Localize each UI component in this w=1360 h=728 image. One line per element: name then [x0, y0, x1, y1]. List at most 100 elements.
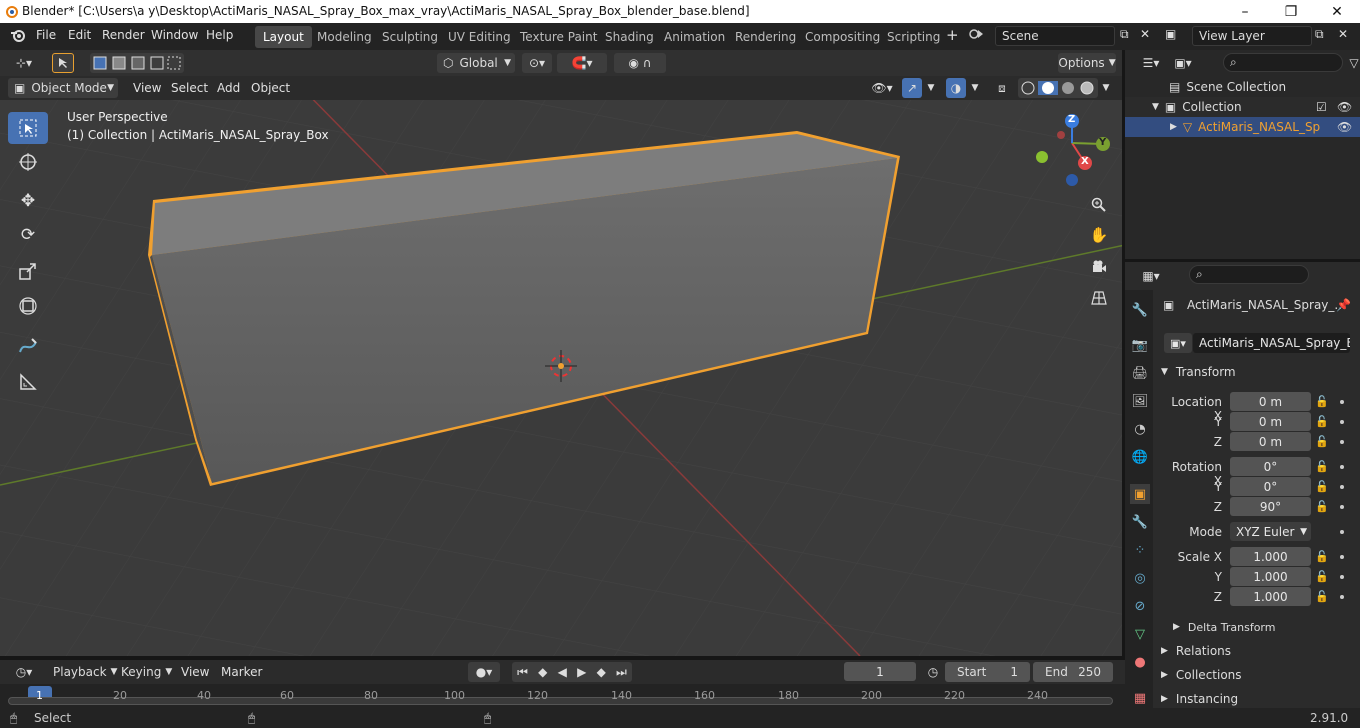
- lock-icon[interactable]: 🔓: [1315, 550, 1329, 563]
- filter-icon[interactable]: ▽: [1347, 53, 1360, 73]
- remove-scene-icon[interactable]: ✕: [1140, 27, 1150, 41]
- editor-type-icon[interactable]: ⊹▾: [8, 53, 40, 73]
- view-layer-tab-icon[interactable]: 🖼: [1130, 391, 1150, 411]
- add-workspace-icon[interactable]: +: [946, 26, 959, 44]
- material-tab-icon[interactable]: ●: [1130, 652, 1150, 672]
- pan-hand-icon[interactable]: ✋: [1086, 222, 1112, 248]
- lock-icon[interactable]: 🔓: [1315, 460, 1329, 473]
- gizmo-toggle-icon[interactable]: ↗: [902, 78, 922, 98]
- playback-controls[interactable]: ⏮ ◆ ◀ ▶ ◆ ⏭: [512, 662, 632, 682]
- viewport-menu-add[interactable]: Add: [217, 81, 240, 95]
- rotate-tool-icon[interactable]: ⟳: [8, 219, 48, 251]
- prev-keyframe-icon[interactable]: ◆: [538, 665, 547, 679]
- zoom-icon[interactable]: [1086, 192, 1112, 218]
- lock-icon[interactable]: 🔓: [1315, 480, 1329, 493]
- proportional-edit-icon[interactable]: ◉ ∩: [614, 53, 666, 73]
- cursor-tool-icon[interactable]: [8, 146, 48, 178]
- eye-icon[interactable]: 👁: [1337, 120, 1352, 134]
- camera-view-icon[interactable]: [1086, 254, 1112, 280]
- viewport-menu-view[interactable]: View: [133, 81, 161, 95]
- 3d-viewport[interactable]: [0, 76, 1125, 656]
- keyframe-dot-icon[interactable]: [1340, 530, 1344, 534]
- viewport-menu-select[interactable]: Select: [171, 81, 208, 95]
- play-icon[interactable]: ▶: [577, 665, 586, 679]
- relations-panel-header[interactable]: ▶ Relations: [1155, 640, 1355, 662]
- gizmo-y-label[interactable]: Y: [1099, 137, 1106, 148]
- annotate-tool-icon[interactable]: [8, 330, 48, 362]
- scale-tool-icon[interactable]: [8, 255, 48, 287]
- measure-tool-icon[interactable]: [8, 366, 48, 398]
- next-keyframe-icon[interactable]: ◆: [597, 665, 606, 679]
- lock-icon[interactable]: 🔓: [1315, 435, 1329, 448]
- tab-layout[interactable]: Layout: [255, 26, 312, 48]
- outliner-search-input[interactable]: ⌕: [1223, 53, 1343, 72]
- tool-tab-icon[interactable]: 🔧: [1130, 300, 1150, 320]
- lock-icon[interactable]: 🔓: [1315, 415, 1329, 428]
- overlays-toggle-icon[interactable]: ◑: [946, 78, 966, 98]
- outliner-scene-collection[interactable]: ▤ Scene Collection: [1125, 77, 1360, 97]
- object-browse-icon[interactable]: ▣▾: [1164, 333, 1192, 353]
- transform-orientation-dropdown[interactable]: ⬡ Global ▼: [437, 53, 515, 73]
- object-name-field[interactable]: ActiMaris_NASAL_Spray_Box: [1193, 333, 1350, 353]
- keyframe-dot-icon[interactable]: [1340, 595, 1344, 599]
- texture-tab-icon[interactable]: ▦: [1130, 688, 1150, 708]
- selection-mode-icons[interactable]: [90, 53, 184, 73]
- minimize-button[interactable]: –: [1222, 0, 1268, 23]
- timeline-menu-marker[interactable]: Marker: [221, 665, 262, 679]
- clock-icon[interactable]: ◷: [923, 662, 943, 682]
- modifier-tab-icon[interactable]: 🔧: [1130, 512, 1150, 532]
- tab-compositing[interactable]: Compositing: [797, 26, 888, 48]
- physics-tab-icon[interactable]: ◎: [1130, 568, 1150, 588]
- object-mode-dropdown[interactable]: ▣ Object Mode ▼: [8, 78, 118, 98]
- scale-x-field[interactable]: 1.000: [1230, 547, 1311, 566]
- start-frame-field[interactable]: Start 1: [945, 662, 1030, 682]
- tab-sculpting[interactable]: Sculpting: [374, 26, 446, 48]
- menu-file[interactable]: File: [36, 28, 56, 42]
- tab-texture-paint[interactable]: Texture Paint: [512, 26, 605, 48]
- select-box-icon[interactable]: [52, 53, 74, 73]
- tab-animation[interactable]: Animation: [656, 26, 733, 48]
- location-z-field[interactable]: 0 m: [1230, 432, 1311, 451]
- display-mode-icon[interactable]: ▣▾: [1169, 53, 1197, 73]
- lock-icon[interactable]: 🔓: [1315, 500, 1329, 513]
- transform-tool-icon[interactable]: [8, 290, 48, 322]
- tab-shading[interactable]: Shading: [597, 26, 662, 48]
- maximize-button[interactable]: ❐: [1268, 0, 1314, 23]
- view-layer-icon[interactable]: ▣: [1165, 27, 1176, 41]
- jump-end-icon[interactable]: ⏭: [616, 665, 627, 680]
- delta-transform-header[interactable]: ▶ Delta Transform: [1165, 616, 1360, 638]
- rotation-z-field[interactable]: 90°: [1230, 497, 1311, 516]
- perspective-grid-icon[interactable]: [1086, 285, 1112, 311]
- scale-y-field[interactable]: 1.000: [1230, 567, 1311, 586]
- playback-menu[interactable]: Playback ▼: [47, 662, 117, 682]
- eye-icon[interactable]: 👁: [1337, 100, 1352, 114]
- output-tab-icon[interactable]: 🖨: [1130, 363, 1150, 383]
- chevron-down-icon[interactable]: ▼: [923, 78, 939, 98]
- tab-modeling[interactable]: Modeling: [309, 26, 380, 48]
- gizmo-z-label[interactable]: Z: [1068, 114, 1075, 125]
- tab-uv-editing[interactable]: UV Editing: [440, 26, 519, 48]
- outliner-object-row[interactable]: ▶ ▽ ActiMaris_NASAL_Sp 👁: [1125, 117, 1360, 137]
- blender-menu-icon[interactable]: [10, 27, 26, 46]
- keyframe-dot-icon[interactable]: [1340, 485, 1344, 489]
- scene-name-field[interactable]: Scene: [995, 26, 1115, 46]
- menu-render[interactable]: Render: [102, 28, 145, 42]
- keying-menu[interactable]: Keying ▼: [115, 662, 175, 682]
- data-tab-icon[interactable]: ▽: [1130, 624, 1150, 644]
- shading-mode-icons[interactable]: [1018, 78, 1098, 98]
- menu-help[interactable]: Help: [206, 28, 233, 42]
- keyframe-dot-icon[interactable]: [1340, 505, 1344, 509]
- tab-scripting[interactable]: Scripting: [879, 26, 948, 48]
- outliner-editor-type-icon[interactable]: ☰▾: [1137, 53, 1165, 73]
- rotation-x-field[interactable]: 0°: [1230, 457, 1311, 476]
- collections-panel-header[interactable]: ▶ Collections: [1155, 664, 1355, 686]
- snap-icon[interactable]: 🧲▾: [557, 53, 607, 73]
- close-button[interactable]: ✕: [1314, 0, 1360, 23]
- world-tab-icon[interactable]: 🌐: [1130, 447, 1150, 467]
- location-x-field[interactable]: 0 m: [1230, 392, 1311, 411]
- properties-editor-type-icon[interactable]: ▦▾: [1137, 266, 1165, 286]
- instancing-panel-header[interactable]: ▶ Instancing: [1155, 688, 1355, 710]
- chevron-down-icon[interactable]: ▼: [1098, 78, 1114, 98]
- gizmo-x-label[interactable]: X: [1081, 156, 1089, 167]
- rotation-mode-dropdown[interactable]: XYZ Euler ▼: [1230, 522, 1311, 541]
